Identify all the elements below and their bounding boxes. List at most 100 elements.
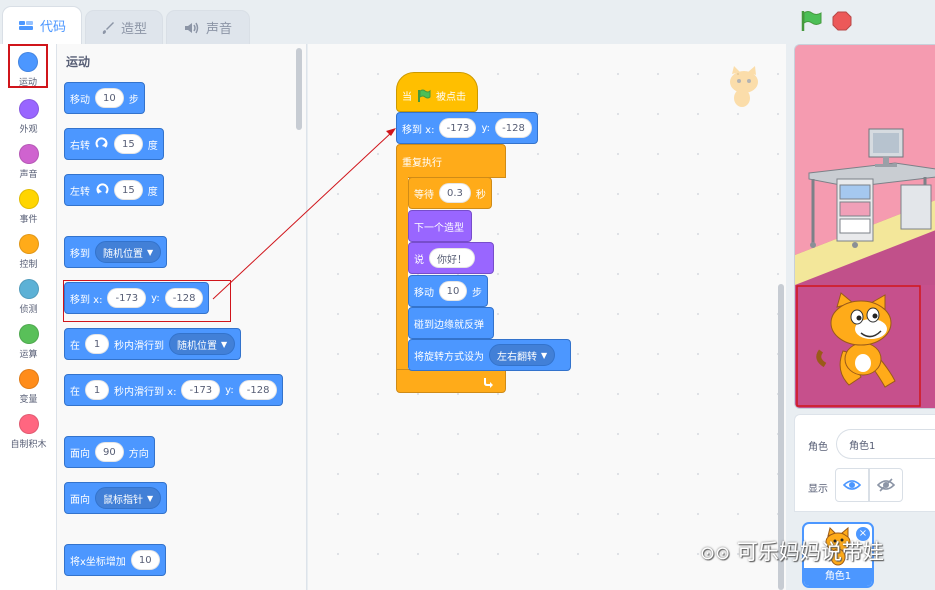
seconds-input[interactable]: 1 bbox=[85, 380, 109, 400]
category-my-blocks[interactable]: 自制积木 bbox=[0, 411, 57, 456]
block-text: 左转 bbox=[70, 186, 90, 198]
direction-input[interactable]: 90 bbox=[95, 442, 124, 462]
target-dropdown[interactable]: 随机位置 ▼ bbox=[95, 241, 162, 263]
loop-arrow-icon bbox=[484, 378, 493, 388]
category-variables[interactable]: 变量 bbox=[0, 366, 57, 411]
category-operators[interactable]: 运算 bbox=[0, 321, 57, 366]
dropdown-value: 左右翻转 bbox=[497, 351, 537, 363]
y-input[interactable]: -128 bbox=[495, 118, 532, 138]
category-label: 外观 bbox=[19, 125, 38, 135]
x-input[interactable]: -173 bbox=[439, 118, 477, 138]
block-point-direction[interactable]: 面向 90 方向 bbox=[64, 436, 155, 468]
script-workspace[interactable] bbox=[308, 44, 786, 590]
wait-seconds-input[interactable]: 0.3 bbox=[439, 183, 471, 203]
degrees-input[interactable]: 15 bbox=[114, 180, 143, 200]
block-text: 移到 x: bbox=[402, 124, 435, 136]
block-move-steps[interactable]: 移动 10 步 bbox=[64, 82, 145, 114]
x-change-input[interactable]: 10 bbox=[130, 550, 160, 570]
script-set-rotation-style[interactable]: 将旋转方式设为 左右翻转 ▼ bbox=[408, 339, 571, 371]
block-text: 面向 bbox=[70, 494, 90, 506]
hide-sprite-button[interactable] bbox=[869, 468, 903, 502]
speaker-icon bbox=[184, 22, 199, 33]
code-icon bbox=[18, 20, 33, 30]
category-sensing[interactable]: 侦测 bbox=[0, 276, 57, 321]
category-label: 侦测 bbox=[19, 305, 38, 315]
caret-down-icon: ▼ bbox=[147, 247, 154, 257]
block-text: 移到 bbox=[70, 248, 90, 260]
message-input[interactable]: 你好！ bbox=[429, 248, 475, 268]
forever-footer bbox=[396, 369, 506, 393]
block-text: 当 bbox=[402, 92, 412, 103]
block-glide-xy[interactable]: 在 1 秒内滑行到 x: -173 y: -128 bbox=[64, 374, 284, 406]
target-dropdown[interactable]: 鼠标指针 ▼ bbox=[95, 487, 162, 509]
show-sprite-button[interactable] bbox=[835, 468, 869, 502]
rotation-style-dropdown[interactable]: 左右翻转 ▼ bbox=[489, 344, 556, 366]
block-glide-random[interactable]: 在 1 秒内滑行到 随机位置 ▼ bbox=[64, 328, 242, 360]
block-forever[interactable]: 重复执行 bbox=[396, 144, 506, 178]
block-goto-random[interactable]: 移到 随机位置 ▼ bbox=[64, 236, 168, 268]
seconds-input[interactable]: 1 bbox=[85, 334, 109, 354]
block-text: y: bbox=[225, 384, 234, 396]
sprite-name-input[interactable]: 角色1 bbox=[836, 429, 935, 459]
block-text: 移动 bbox=[70, 94, 90, 106]
block-text: 步 bbox=[128, 94, 139, 106]
steps-input[interactable]: 10 bbox=[95, 88, 124, 108]
block-point-towards[interactable]: 面向 鼠标指针 ▼ bbox=[64, 482, 168, 514]
block-text: 方向 bbox=[128, 448, 149, 460]
script-goto-xy[interactable]: 移到 x: -173 y: -128 bbox=[396, 112, 538, 144]
category-sensing-dot bbox=[18, 279, 39, 299]
tab-sounds-label: 声音 bbox=[205, 22, 232, 37]
category-motion-dot bbox=[18, 52, 38, 72]
category-label: 控制 bbox=[19, 260, 38, 270]
block-text: 被点击 bbox=[436, 92, 466, 103]
block-text: 右转 bbox=[70, 140, 90, 152]
caret-down-icon: ▼ bbox=[541, 350, 548, 360]
rotate-left-icon bbox=[96, 183, 109, 194]
y-input[interactable]: -128 bbox=[238, 380, 278, 400]
green-flag-icon bbox=[418, 89, 431, 102]
block-text: 等待 bbox=[414, 189, 434, 201]
x-input[interactable]: -173 bbox=[181, 380, 221, 400]
watermark-label: 可乐妈妈说带娃 bbox=[736, 540, 884, 564]
sprite-watermark-icon bbox=[730, 66, 758, 107]
stage-canvas[interactable] bbox=[794, 44, 935, 409]
block-text: 将旋转方式设为 bbox=[414, 351, 484, 363]
block-turn-left[interactable]: 左转 15 度 bbox=[64, 174, 164, 206]
category-control[interactable]: 控制 bbox=[0, 231, 57, 276]
green-flag-button[interactable] bbox=[799, 10, 823, 32]
block-text: 在 bbox=[70, 340, 80, 352]
stop-button[interactable] bbox=[832, 11, 852, 31]
caret-down-icon: ▼ bbox=[147, 493, 154, 503]
category-looks[interactable]: 外观 bbox=[0, 96, 57, 141]
block-text: 秒内滑行到 x: bbox=[114, 386, 177, 398]
highlight-box bbox=[63, 280, 231, 322]
degrees-input[interactable]: 15 bbox=[114, 134, 143, 154]
category-events[interactable]: 事件 bbox=[0, 186, 57, 231]
script-bounce[interactable]: 碰到边缘就反弹 bbox=[408, 307, 494, 339]
block-turn-right[interactable]: 右转 15 度 bbox=[64, 128, 164, 160]
tab-code[interactable]: 代码 bbox=[2, 6, 82, 44]
category-motion[interactable]: 运动 bbox=[8, 44, 48, 88]
script-move[interactable]: 移动 10 步 bbox=[408, 275, 488, 307]
block-text: 度 bbox=[147, 186, 158, 198]
block-text: 移动 bbox=[414, 287, 434, 299]
show-label: 显示 bbox=[808, 484, 828, 495]
steps-input[interactable]: 10 bbox=[439, 281, 467, 301]
target-dropdown[interactable]: 随机位置 ▼ bbox=[169, 333, 236, 355]
script-next-costume[interactable]: 下一个造型 bbox=[408, 210, 472, 242]
category-variables-dot bbox=[18, 369, 39, 389]
script-say[interactable]: 说 你好！ bbox=[408, 242, 494, 274]
category-label: 运算 bbox=[19, 350, 38, 360]
category-sound[interactable]: 声音 bbox=[0, 141, 57, 186]
block-when-flag-clicked[interactable]: 当 被点击 bbox=[396, 72, 478, 112]
block-change-x[interactable]: 将x坐标增加 10 bbox=[64, 544, 166, 576]
script-wait[interactable]: 等待 0.3 秒 bbox=[408, 177, 492, 209]
tab-code-label: 代码 bbox=[39, 20, 66, 35]
category-menu: 运动 外观 声音 事件 控制 侦测 运算 变量 自制积木 bbox=[0, 44, 57, 590]
block-text: 面向 bbox=[70, 448, 90, 460]
tab-sounds[interactable]: 声音 bbox=[166, 10, 250, 44]
block-text: 说 bbox=[414, 254, 424, 266]
block-text: 度 bbox=[147, 140, 158, 152]
palette-scrollbar[interactable] bbox=[296, 48, 302, 130]
tab-costumes[interactable]: 造型 bbox=[85, 10, 163, 44]
